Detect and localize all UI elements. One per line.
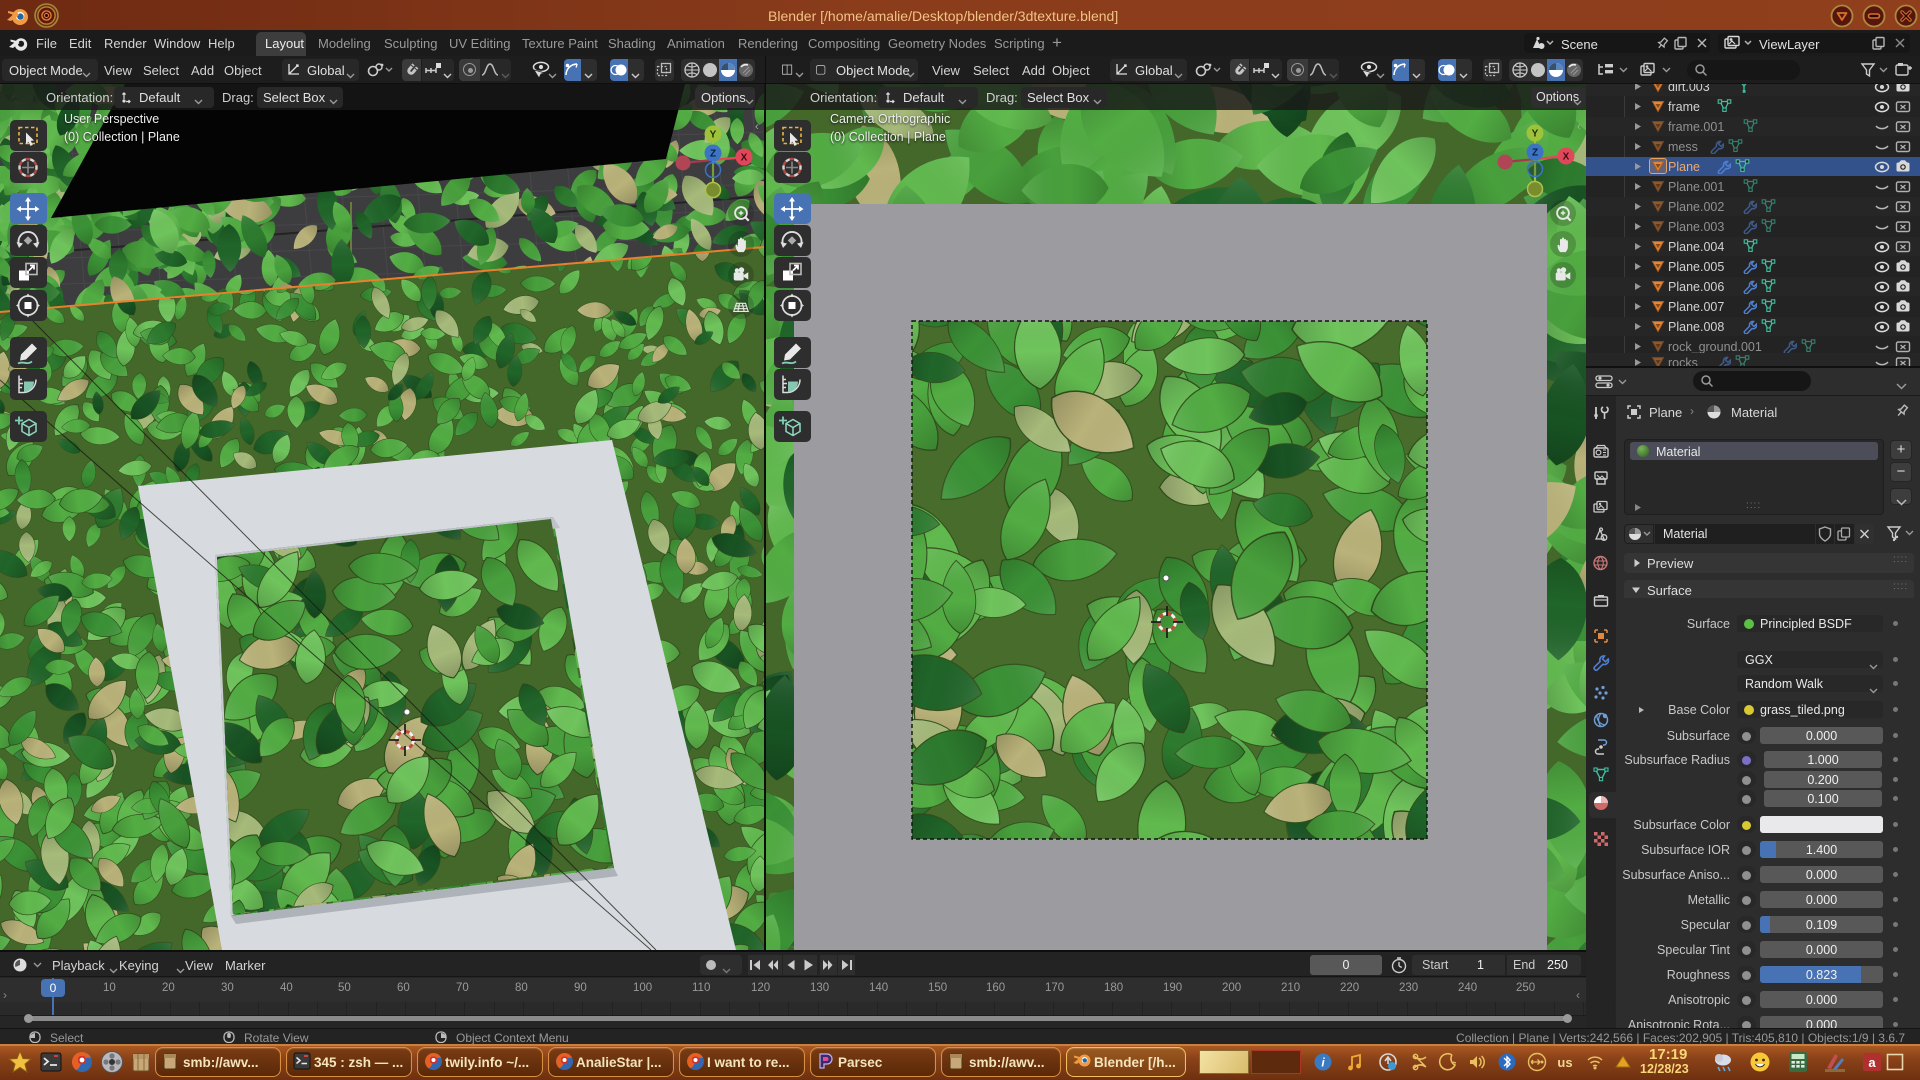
- svg-text:Y: Y: [1532, 128, 1539, 139]
- svg-text:X: X: [741, 152, 748, 163]
- svg-text:us: us: [1557, 1055, 1572, 1070]
- svg-text:X: X: [1563, 151, 1570, 162]
- svg-text:a: a: [1868, 1055, 1876, 1070]
- svg-text:Z: Z: [1532, 147, 1538, 158]
- svg-text:Y: Y: [710, 129, 717, 140]
- svg-text:Z: Z: [710, 148, 716, 159]
